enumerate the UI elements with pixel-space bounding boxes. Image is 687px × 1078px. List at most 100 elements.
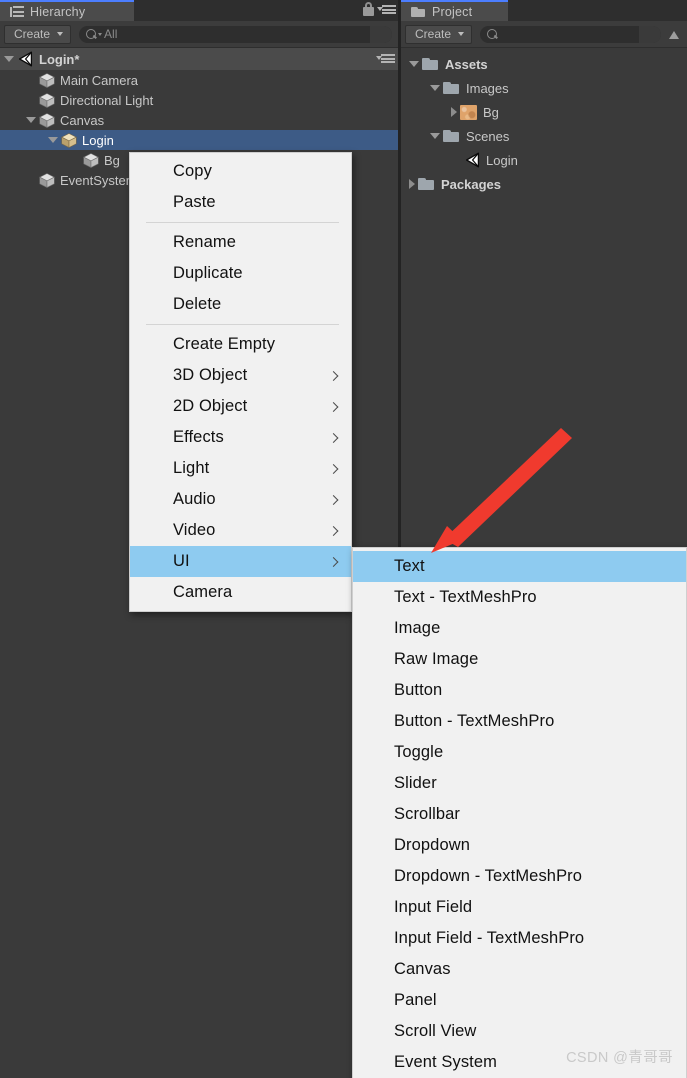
panel-menu-icon[interactable] [377,2,396,16]
ui-submenu-item-label: Dropdown [394,836,471,854]
context-menu-item[interactable]: Paste [130,187,351,218]
context-menu-item[interactable]: Delete [130,289,351,320]
ui-submenu-item-label: Button [394,681,443,699]
hierarchy-row[interactable]: Canvas [0,110,400,130]
project-row-label: Packages [441,176,501,192]
context-menu-item[interactable]: UI [130,546,351,577]
project-search-input[interactable] [480,25,661,43]
twisty-open-icon[interactable] [4,56,14,62]
twisty-open-icon[interactable] [430,85,440,91]
twisty-closed-icon[interactable] [451,107,457,117]
ui-submenu-item[interactable]: Panel [353,985,686,1016]
ui-submenu-item[interactable]: Button [353,675,686,706]
project-tabbar: Project [401,0,687,21]
twisty-open-icon[interactable] [430,133,440,139]
ui-submenu-item[interactable]: Scrollbar [353,799,686,830]
ui-submenu-item-label: Raw Image [394,650,479,668]
gameobject-cube-icon [83,152,99,168]
prefab-cube-icon [61,132,77,148]
ui-submenu-item[interactable]: Input Field - TextMeshPro [353,923,686,954]
ui-submenu-item[interactable]: Dropdown - TextMeshPro [353,861,686,892]
project-row[interactable]: Scenes [401,124,687,148]
context-menu-item-label: Duplicate [173,264,243,282]
tab-hierarchy[interactable]: Hierarchy [0,0,134,21]
hierarchy-row[interactable]: Login* [0,48,400,70]
project-row[interactable]: Packages [401,172,687,196]
hierarchy-row-label: Login* [39,51,80,67]
hierarchy-create-label: Create [14,27,51,41]
context-menu-item[interactable]: Video [130,515,351,546]
ui-submenu-item[interactable]: Slider [353,768,686,799]
ui-submenu-item[interactable]: Raw Image [353,644,686,675]
context-menu-item[interactable]: Copy [130,156,351,187]
tabbar-empty-area [134,0,400,21]
filter-icon[interactable] [667,27,683,41]
context-menu-item[interactable]: Duplicate [130,258,351,289]
project-row[interactable]: Login [401,148,687,172]
context-menu-item-label: UI [173,552,190,570]
ui-submenu-item[interactable]: Button - TextMeshPro [353,706,686,737]
hierarchy-search-value: All [104,27,118,41]
context-menu-item-label: Light [173,459,210,477]
scene-row-menu-icon[interactable] [376,52,395,66]
project-create-label: Create [415,27,452,41]
hierarchy-tabbar-tools [363,2,396,16]
context-menu-item-label: Paste [173,193,216,211]
hierarchy-row-label: Bg [104,152,120,168]
ui-submenu-item[interactable]: Dropdown [353,830,686,861]
hierarchy-row[interactable]: Directional Light [0,90,400,110]
project-row[interactable]: Bg [401,100,687,124]
ui-submenu-item-label: Image [394,619,441,637]
ui-submenu-item[interactable]: Scroll View [353,1016,686,1047]
hierarchy-tabbar: Hierarchy [0,0,400,21]
tab-project[interactable]: Project [401,0,508,21]
twisty-open-icon[interactable] [409,61,419,67]
twisty-open-icon[interactable] [48,137,58,143]
hierarchy-row-label: Main Camera [60,72,139,88]
hierarchy-icon [10,5,24,18]
folder-icon [418,177,435,191]
context-menu-item-label: 2D Object [173,397,248,415]
twisty-closed-icon[interactable] [409,179,415,189]
context-menu-item[interactable]: Effects [130,422,351,453]
project-create-button[interactable]: Create [405,24,473,44]
ui-submenu-item-label: Panel [394,991,437,1009]
tab-project-label: Project [432,4,473,19]
search-filter-chevron-icon [98,32,103,36]
ui-submenu-item[interactable]: Toggle [353,737,686,768]
ui-submenu-item[interactable]: Canvas [353,954,686,985]
tab-hierarchy-label: Hierarchy [30,4,86,19]
context-menu-item-label: Copy [173,162,212,180]
ui-submenu-item[interactable]: Input Field [353,892,686,923]
context-menu-item[interactable]: Audio [130,484,351,515]
hierarchy-create-button[interactable]: Create [4,24,72,44]
hierarchy-row[interactable]: Login [0,130,400,150]
hierarchy-row[interactable]: Main Camera [0,70,400,90]
folder-icon [422,57,439,71]
context-menu-item[interactable]: Rename [130,227,351,258]
chevron-down-icon [57,32,64,36]
context-menu-item[interactable]: Camera [130,577,351,608]
hierarchy-context-menu[interactable]: Copy Paste Rename Duplicate Delete Create Emp… [129,152,352,612]
texture-thumb-icon [460,104,477,120]
twisty-open-icon[interactable] [26,117,36,123]
gameobject-cube-icon [39,112,55,128]
ui-submenu[interactable]: Text Text - TextMeshPro Image Raw Image Butt… [352,547,687,1078]
ui-submenu-item-label: Text - TextMeshPro [394,588,537,606]
ui-submenu-item[interactable]: Text - TextMeshPro [353,582,686,613]
project-row[interactable]: Assets [401,52,687,76]
ui-submenu-item[interactable]: Text [353,551,686,582]
hierarchy-row-label: EventSystem [60,172,137,188]
hierarchy-row-label: Canvas [60,112,105,128]
ui-submenu-item[interactable]: Image [353,613,686,644]
context-menu-item[interactable]: 3D Object [130,360,351,391]
context-menu-item[interactable]: Create Empty [130,329,351,360]
hierarchy-search-input[interactable]: All [79,25,392,43]
ui-submenu-item-label: Input Field [394,898,473,916]
lock-icon[interactable] [363,2,374,16]
chevron-right-icon [328,556,339,567]
context-menu-item[interactable]: Light [130,453,351,484]
gameobject-cube-icon [39,72,55,88]
context-menu-item[interactable]: 2D Object [130,391,351,422]
project-row[interactable]: Images [401,76,687,100]
